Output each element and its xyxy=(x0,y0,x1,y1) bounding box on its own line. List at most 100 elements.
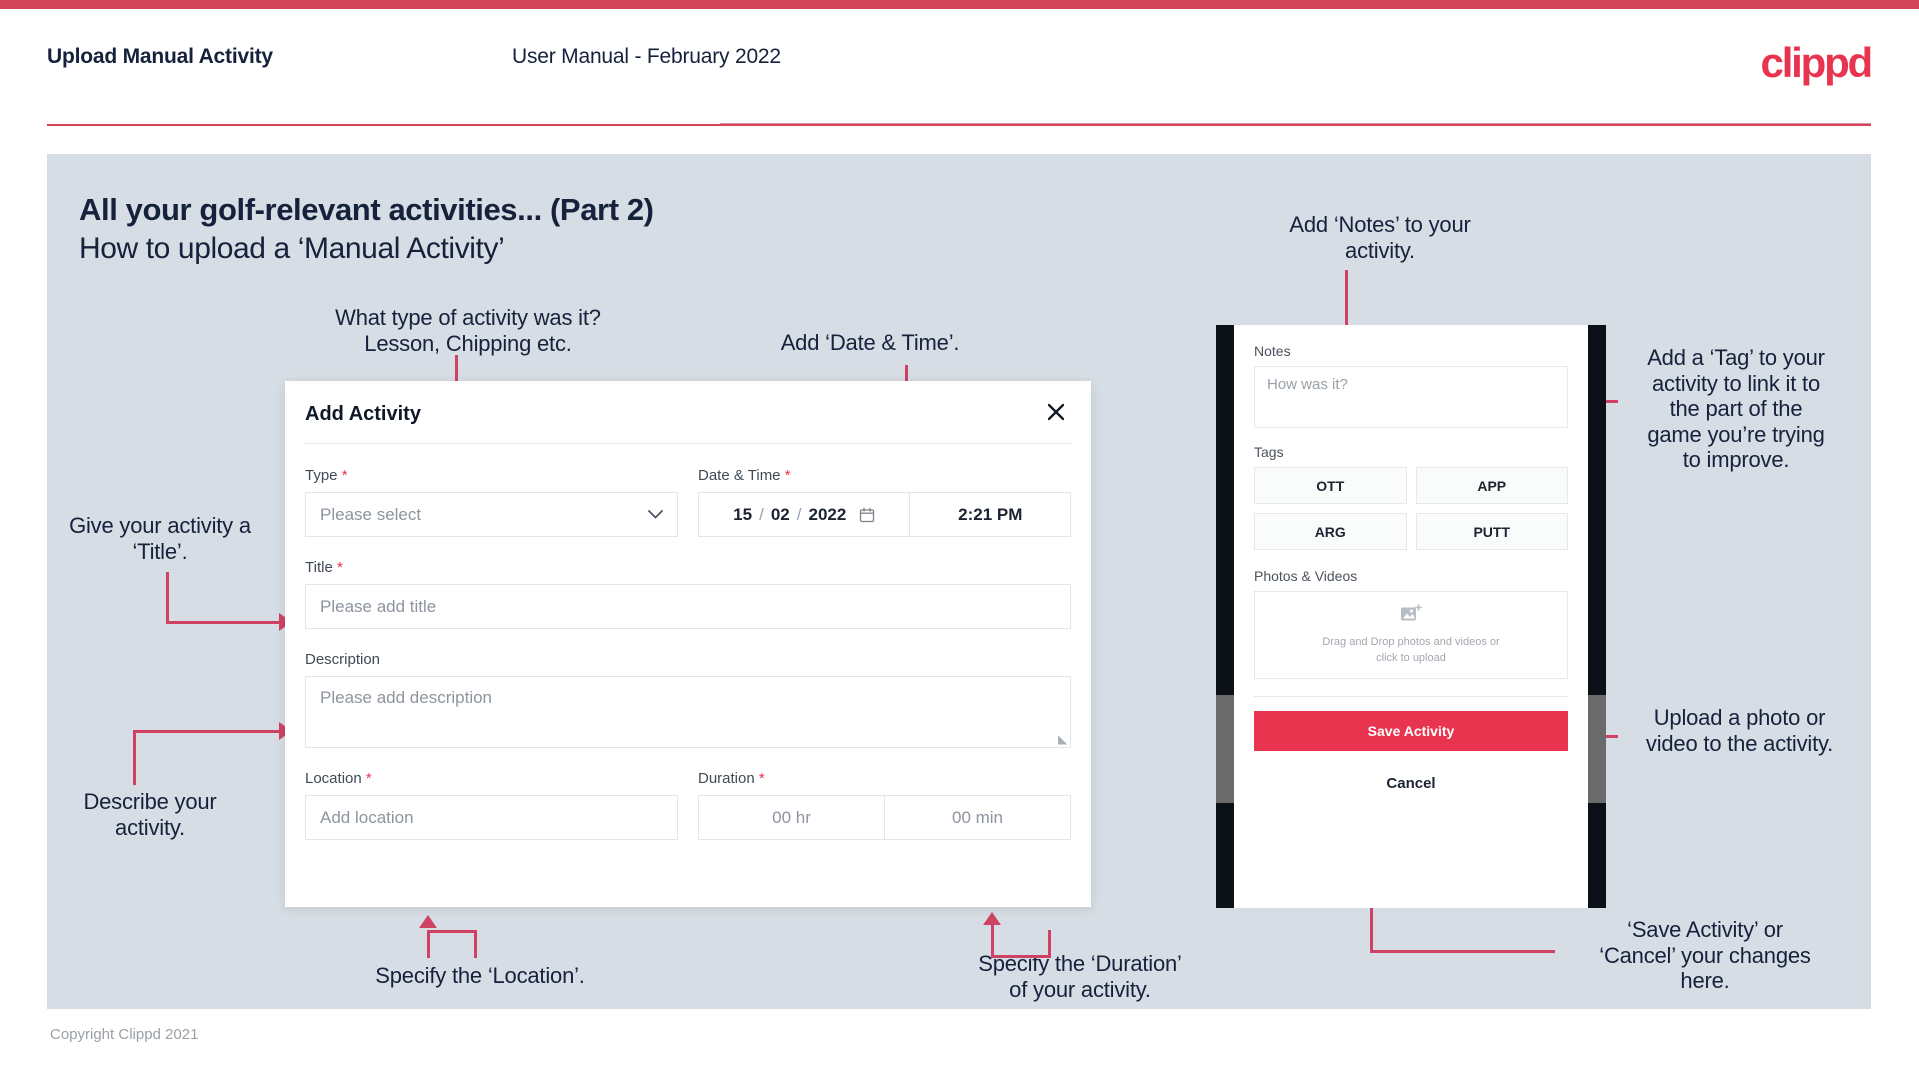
modal-header: Add Activity xyxy=(285,381,1091,444)
callout-tags: Add a ‘Tag’ to your activity to link it t… xyxy=(1647,345,1825,473)
callout-save: ‘Save Activity’ or ‘Cancel’ your changes h… xyxy=(1599,917,1811,994)
arrow-title-seg1 xyxy=(166,572,169,624)
callout-type: What type of activity was it? Lesson, Chi… xyxy=(335,305,601,356)
date-day: 15 xyxy=(733,504,753,524)
header-divider xyxy=(47,124,1871,126)
chevron-down-icon xyxy=(648,507,663,522)
duration-group: 00 hr 00 min xyxy=(698,795,1071,840)
arrow-dur-seg1 xyxy=(991,955,1051,958)
phone-divider xyxy=(1254,696,1568,697)
field-label-type: Type * xyxy=(305,467,678,484)
form-row-type-datetime: Type * Please select Date & Time * 15 / … xyxy=(285,467,1091,537)
phone-photos-label: Photos & Videos xyxy=(1254,568,1358,584)
callout-notes: Add ‘Notes’ to your activity. xyxy=(1289,212,1471,263)
phone-bezel-right xyxy=(1588,325,1606,908)
save-activity-button[interactable]: Save Activity xyxy=(1254,711,1568,751)
label-text-location: Location xyxy=(305,770,362,787)
label-text-duration: Duration xyxy=(698,770,755,787)
tag-button-ott[interactable]: OTT xyxy=(1254,467,1407,504)
field-title: Title * Please add title xyxy=(305,559,1071,629)
form-row-title: Title * Please add title xyxy=(285,559,1091,629)
field-label-title: Title * xyxy=(305,559,1071,576)
arrow-title-seg2 xyxy=(166,621,281,624)
arrow-loc-seg3 xyxy=(427,930,430,958)
required-marker-location: * xyxy=(365,770,372,787)
phone-notes-input[interactable]: How was it? xyxy=(1254,366,1568,428)
callout-photos: Upload a photo or video to the activity. xyxy=(1645,705,1834,756)
modal-body: Type * Please select Date & Time * 15 / … xyxy=(285,443,1091,840)
slide-page: Upload Manual Activity User Manual - Feb… xyxy=(0,0,1919,1079)
field-type: Type * Please select xyxy=(305,467,678,537)
label-text-description: Description xyxy=(305,651,381,668)
cancel-button[interactable]: Cancel xyxy=(1254,775,1568,792)
date-sep-1: / xyxy=(759,504,764,524)
form-row-location-duration: Location * Add location Duration * 00 hr xyxy=(285,770,1091,840)
phone-mockup: Notes How was it? Tags OTT APP ARG PUTT … xyxy=(1216,325,1606,908)
location-input[interactable]: Add location xyxy=(305,795,678,840)
tag-button-arg[interactable]: ARG xyxy=(1254,513,1407,550)
dropzone-line-1: Drag and Drop photos and videos or xyxy=(1322,636,1500,649)
arrow-dur-seg2 xyxy=(1048,930,1051,958)
callout-title: Give your activity a ‘Title’. xyxy=(69,513,251,564)
phone-bezel-accent-left xyxy=(1216,695,1234,803)
title-input[interactable]: Please add title xyxy=(305,584,1071,629)
arrow-dur-seg3 xyxy=(991,925,994,957)
title-input-placeholder: Please add title xyxy=(320,596,437,616)
type-select[interactable]: Please select xyxy=(305,492,678,537)
phone-bezel-left xyxy=(1216,325,1234,908)
arrow-loc-head xyxy=(419,915,437,928)
phone-notes-placeholder: How was it? xyxy=(1267,376,1348,393)
callout-duration: Specify the ‘Duration’ of your activity. xyxy=(978,951,1182,1002)
required-marker-datetime: * xyxy=(784,467,791,484)
label-text-title: Title xyxy=(305,559,333,576)
phone-bezel-accent-right xyxy=(1588,695,1606,803)
field-datetime: Date & Time * 15 / 02 / 2022 2:21 PM xyxy=(698,467,1071,537)
date-sep-2: / xyxy=(796,504,802,524)
close-icon[interactable] xyxy=(1041,397,1071,427)
tag-button-putt[interactable]: PUTT xyxy=(1415,513,1568,550)
duration-minutes-input[interactable]: 00 min xyxy=(885,796,1070,839)
type-select-value: Please select xyxy=(320,504,422,524)
photo-dropzone[interactable]: Drag and Drop photos and videos or click… xyxy=(1254,591,1568,679)
phone-tags-label: Tags xyxy=(1254,444,1284,460)
header-divider-light xyxy=(720,123,1871,124)
required-marker-title: * xyxy=(336,559,343,576)
field-duration: Duration * 00 hr 00 min xyxy=(698,770,1071,840)
description-textarea[interactable]: Please add description ◢ xyxy=(305,676,1071,748)
page-subtitle: User Manual - February 2022 xyxy=(512,45,781,68)
phone-notes-label: Notes xyxy=(1254,343,1291,359)
phone-tags-grid: OTT APP ARG PUTT xyxy=(1254,467,1568,550)
duration-hours-placeholder: 00 hr xyxy=(772,807,811,827)
duration-hours-input[interactable]: 00 hr xyxy=(699,796,885,839)
calendar-icon[interactable] xyxy=(859,507,875,523)
label-text-datetime: Date & Time xyxy=(698,467,781,484)
callout-description: Describe your activity. xyxy=(83,789,217,840)
required-marker-duration: * xyxy=(758,770,765,787)
arrow-desc-seg2 xyxy=(133,730,281,733)
date-month: 02 xyxy=(770,504,790,524)
description-placeholder: Please add description xyxy=(320,688,493,707)
location-placeholder: Add location xyxy=(320,807,414,827)
field-label-location: Location * xyxy=(305,770,678,787)
arrow-loc-seg1 xyxy=(427,930,477,933)
top-accent-bar xyxy=(0,0,1919,9)
slide-heading: All your golf-relevant activities... (Pa… xyxy=(79,192,654,227)
date-input[interactable]: 15 / 02 / 2022 xyxy=(699,493,911,536)
form-row-description: Description Please add description ◢ xyxy=(285,651,1091,748)
arrow-loc-seg2 xyxy=(474,930,477,958)
datetime-group: 15 / 02 / 2022 2:21 PM xyxy=(698,492,1071,537)
arrow-dur-head xyxy=(983,912,1001,925)
callout-location: Specify the ‘Location’. xyxy=(375,963,585,988)
field-location: Location * Add location xyxy=(305,770,678,840)
time-input[interactable]: 2:21 PM xyxy=(910,493,1070,536)
copyright-note: Copyright Clippd 2021 xyxy=(50,1026,199,1043)
add-image-icon xyxy=(1400,604,1422,629)
label-text-type: Type xyxy=(305,467,338,484)
add-activity-modal: Add Activity Type * Please select Date &… xyxy=(285,381,1091,907)
arrow-save-seg1 xyxy=(1370,950,1555,953)
clippd-logo: clippd xyxy=(1760,39,1874,86)
modal-title: Add Activity xyxy=(305,403,421,425)
date-year: 2022 xyxy=(808,504,847,524)
resize-handle-icon[interactable]: ◢ xyxy=(1058,732,1067,746)
tag-button-app[interactable]: APP xyxy=(1415,467,1568,504)
